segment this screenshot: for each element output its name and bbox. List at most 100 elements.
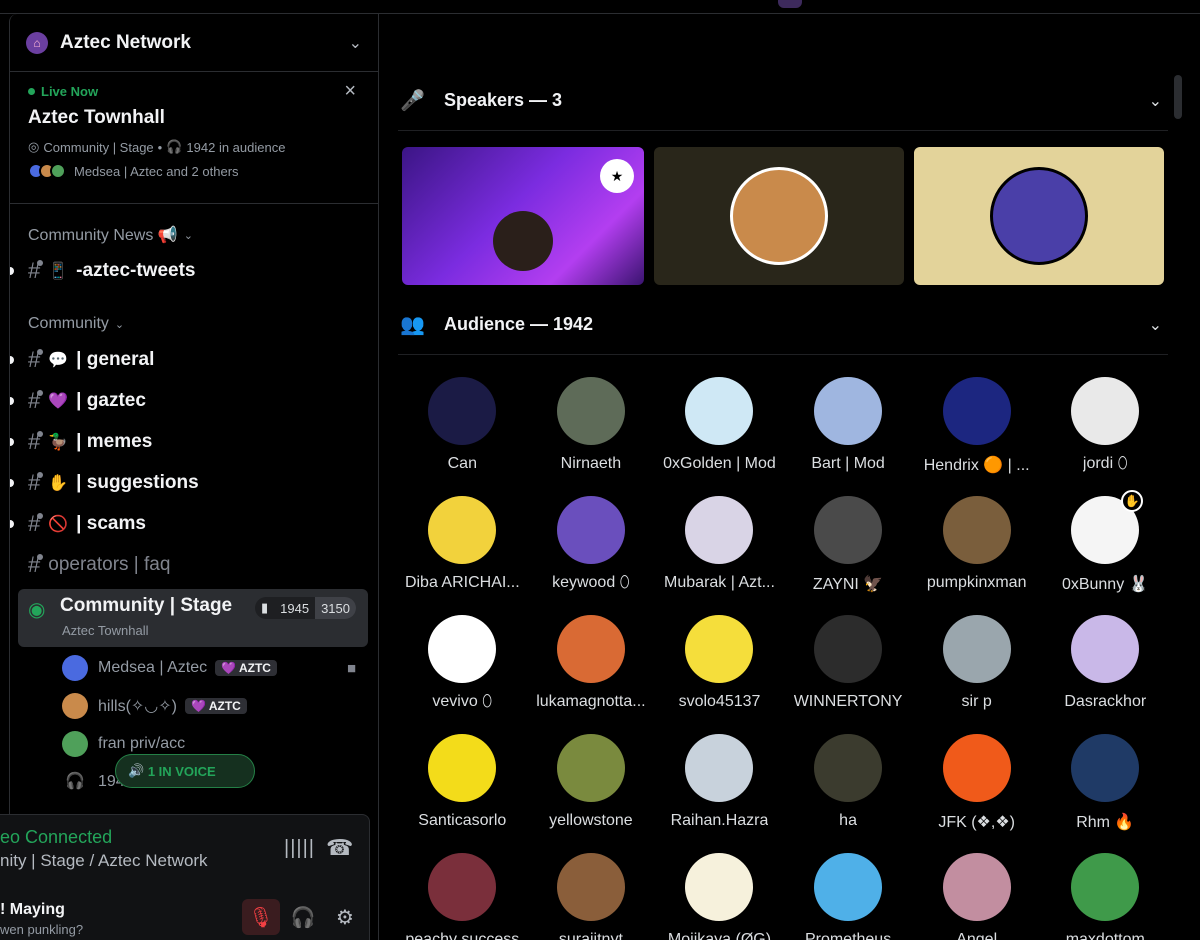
mute-mic-icon[interactable]: 🎙 xyxy=(242,899,280,935)
avatar xyxy=(1071,853,1140,921)
channel-suggestions[interactable]: # ✋ | suggestions xyxy=(10,462,378,503)
avatar xyxy=(556,615,625,683)
audience-member[interactable]: ha xyxy=(784,734,913,838)
audience-member[interactable]: Mojikaya (ØG) xyxy=(655,853,784,940)
channel-scams[interactable]: # 🚫 | scams xyxy=(10,503,378,544)
audience-member[interactable]: Dasrackhor xyxy=(1041,615,1170,719)
avatar xyxy=(1071,734,1140,802)
category-community[interactable]: Community ⌄ xyxy=(10,309,378,339)
channel-sidebar: ⌂ Aztec Network ⌄ Live Now × Aztec Townh… xyxy=(9,14,379,940)
raised-hand-icon: ✋ xyxy=(1121,490,1144,512)
stage-channel-selected[interactable]: ◉ Community | Stage Aztec Townhall ▮ 194… xyxy=(18,589,368,647)
live-stage-banner[interactable]: Live Now × Aztec Townhall ◎ Community | … xyxy=(10,72,378,204)
stage-channel-topic: Aztec Townhall xyxy=(62,623,149,638)
avatar xyxy=(50,163,66,179)
audience-member[interactable]: WINNERTONY xyxy=(784,615,913,719)
avatar xyxy=(942,853,1011,921)
live-status-label: Live Now xyxy=(41,84,99,99)
audience-member-name: Mubarak | Azt... xyxy=(664,574,775,591)
voice-activity-icon[interactable]: ||||| xyxy=(284,837,315,860)
audience-member-name: Hendrix 🟠 | ... xyxy=(923,457,1030,474)
audience-member[interactable]: Angel xyxy=(912,853,1041,940)
audience-member-name: Angel xyxy=(956,931,998,940)
category-community-news[interactable]: Community News 📢 ⌄ xyxy=(10,220,378,250)
audience-member[interactable]: maxdottom xyxy=(1041,853,1170,940)
headphones-icon[interactable]: 🎧 xyxy=(284,899,322,935)
audience-member[interactable]: Raihan.Hazra xyxy=(655,734,784,838)
scrollbar[interactable] xyxy=(1174,75,1182,119)
chevron-down-icon[interactable]: ⌄ xyxy=(1149,315,1162,335)
audience-member[interactable]: peachy success xyxy=(398,853,527,940)
audience-member[interactable]: Rhm 🔥 xyxy=(1041,734,1170,838)
audience-member[interactable]: vevivo ⬯ xyxy=(398,615,527,719)
speakers-header[interactable]: 🎤 Speakers — 3 ⌄ xyxy=(398,71,1168,131)
avatar xyxy=(556,377,625,445)
audience-member[interactable]: pumpkinxman xyxy=(912,496,1041,600)
server-header[interactable]: ⌂ Aztec Network ⌄ xyxy=(10,14,378,72)
channel-general[interactable]: # 💬 | general xyxy=(10,339,378,380)
audience-title: Audience — 1942 xyxy=(444,314,594,334)
unread-indicator xyxy=(10,396,14,405)
avatar xyxy=(814,734,883,802)
avatar xyxy=(942,496,1011,564)
audience-member[interactable]: sir p xyxy=(912,615,1041,719)
chevron-down-icon[interactable]: ⌄ xyxy=(349,33,362,53)
aztc-badge: 💜 AZTC xyxy=(215,660,277,676)
unread-indicator xyxy=(10,519,14,528)
unread-indicator xyxy=(10,266,14,275)
server-home-icon: ⌂ xyxy=(26,31,48,54)
avatar xyxy=(62,731,88,757)
audience-member[interactable]: ✋ 0xBunny 🐰 xyxy=(1041,490,1170,600)
audience-header[interactable]: 👥 Audience — 1942 ⌄ xyxy=(398,295,1168,355)
audience-member-name: surajitnyt xyxy=(558,931,623,940)
badge-label: AZTC xyxy=(208,699,241,713)
audience-member[interactable]: Prometheus xyxy=(784,853,913,940)
current-user-name[interactable]: ! Maying xyxy=(0,901,65,919)
audience-member[interactable]: keywood ⬯ xyxy=(527,496,656,600)
category-label: Community xyxy=(28,315,109,332)
audience-member[interactable]: Santicasorlo xyxy=(398,734,527,838)
voice-user[interactable]: Medsea | Aztec 💜 AZTC ■ xyxy=(10,649,378,687)
voice-connected-status[interactable]: eo Connected xyxy=(0,827,112,848)
disconnect-icon[interactable]: ☎ xyxy=(326,835,353,861)
chevron-down-icon: ⌄ xyxy=(114,318,125,331)
speaker-tile[interactable] xyxy=(914,147,1164,285)
audience-member[interactable]: ZAYNI 🦅 xyxy=(784,496,913,600)
audience-member[interactable]: 0xGolden | Mod xyxy=(655,377,784,481)
speaker-tile[interactable] xyxy=(654,147,904,285)
audience-member[interactable]: Hendrix 🟠 | ... xyxy=(912,377,1041,481)
channel-operators-faq[interactable]: # operators | faq xyxy=(10,544,378,585)
audience-member[interactable]: JFK (❖,❖) xyxy=(912,734,1041,838)
audience-member-name: pumpkinxman xyxy=(926,574,1027,591)
audience-member[interactable]: lukamagnotta... xyxy=(527,615,656,719)
live-channel: Community | Stage xyxy=(43,139,154,155)
avatar xyxy=(990,167,1088,265)
audience-member[interactable]: jordi ⬯ xyxy=(1041,377,1170,481)
speaker-tile-video[interactable]: ★ xyxy=(402,147,644,285)
avatar xyxy=(62,655,88,681)
audience-member[interactable]: yellowstone xyxy=(527,734,656,838)
gear-icon[interactable]: ⚙ xyxy=(326,899,364,935)
audience-member[interactable]: Diba ARICHAI... xyxy=(398,496,527,600)
close-icon[interactable]: × xyxy=(344,80,356,103)
speaker-icon: 🔊 xyxy=(128,763,145,778)
audience-member-name: Mojikaya (ØG) xyxy=(667,931,772,940)
audience-member[interactable]: Can xyxy=(398,377,527,481)
chevron-down-icon[interactable]: ⌄ xyxy=(1149,91,1162,111)
audience-member[interactable]: Mubarak | Azt... xyxy=(655,496,784,600)
channel-gaztec[interactable]: # 💜 | gaztec xyxy=(10,380,378,421)
in-voice-pill[interactable]: 🔊 1 IN VOICE xyxy=(115,754,255,788)
channel-memes[interactable]: # 🦆 | memes xyxy=(10,421,378,462)
headphones-icon: 🎧 xyxy=(65,773,85,790)
channel-label: operators | faq xyxy=(48,553,171,575)
channel-aztec-tweets[interactable]: # 📱 -aztec-tweets xyxy=(10,250,378,291)
avatar xyxy=(428,734,497,802)
audience-member-name: keywood ⬯ xyxy=(552,574,630,591)
channel-emoji: 🚫 xyxy=(48,515,69,533)
audience-member[interactable]: svolo45137 xyxy=(655,615,784,719)
audience-member[interactable]: surajitnyt xyxy=(527,853,656,940)
audience-member[interactable]: Nirnaeth xyxy=(527,377,656,481)
audience-member[interactable]: Bart | Mod xyxy=(784,377,913,481)
voice-location[interactable]: nity | Stage / Aztec Network xyxy=(0,851,208,871)
voice-user[interactable]: hills(✧◡✧) 💜 AZTC xyxy=(10,687,378,725)
